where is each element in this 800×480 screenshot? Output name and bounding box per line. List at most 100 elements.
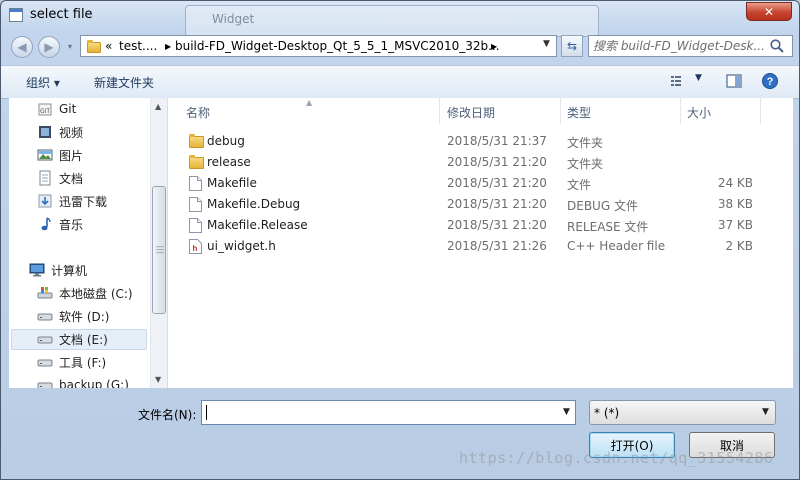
computer-icon <box>29 263 45 277</box>
filename-input[interactable] <box>206 404 551 421</box>
sidebar-item-videos[interactable]: 视频 <box>37 123 83 141</box>
drive-icon <box>37 313 53 321</box>
drive-icon <box>37 336 53 344</box>
new-folder-button[interactable]: 新建文件夹 <box>94 74 154 91</box>
back-arrow-icon: ◀ <box>17 40 27 54</box>
navigation-pane[interactable]: GIT Git 视频 图片 文档 迅雷下载 音乐 计算机 本地磁盘 (C:) 软… <box>9 98 168 388</box>
navigation-scrollbar[interactable]: ▲ — — — ▼ <box>150 98 167 388</box>
sidebar-item-thunder-downloads[interactable]: 迅雷下载 <box>37 192 107 210</box>
address-dropdown-icon[interactable]: ▼ <box>543 39 550 49</box>
file-icon <box>189 218 202 233</box>
command-bar: 组织 ▾ 新建文件夹 ▼ ? <box>1 65 799 99</box>
file-name: ui_widget.h <box>207 239 276 253</box>
svg-text:GIT: GIT <box>40 108 50 115</box>
preview-pane-icon[interactable] <box>725 72 743 90</box>
grip-icon: — — — <box>156 242 164 257</box>
view-list-icon[interactable] <box>669 72 687 90</box>
background-window-title: Widget <box>212 12 255 26</box>
sidebar-item-drive-c[interactable]: 本地磁盘 (C:) <box>37 284 133 302</box>
file-row-ui-widget-h[interactable]: h ui_widget.h 2018/5/31 21:26 C++ Header… <box>168 236 793 257</box>
close-button[interactable]: ✕ <box>746 2 792 21</box>
column-header-name[interactable]: 名称 <box>186 104 210 121</box>
drive-icon <box>37 382 53 388</box>
file-type: DEBUG 文件 <box>567 199 638 213</box>
refresh-button[interactable]: ⇆ <box>561 35 583 57</box>
breadcrumb-separator-icon[interactable]: ▶ <box>165 42 171 51</box>
column-header-type[interactable]: 类型 <box>567 104 591 121</box>
organize-menu[interactable]: 组织 ▾ <box>26 74 60 91</box>
breadcrumb-separator-icon[interactable]: ▶ <box>491 42 497 51</box>
file-date: 2018/5/31 21:20 <box>447 176 547 190</box>
file-name: Makefile <box>207 176 257 190</box>
file-date: 2018/5/31 21:37 <box>447 134 547 148</box>
sidebar-item-label: 迅雷下载 <box>59 194 108 209</box>
search-box[interactable] <box>588 35 793 57</box>
view-options-dropdown-icon[interactable]: ▼ <box>695 73 702 83</box>
folder-icon <box>189 155 204 169</box>
column-divider[interactable] <box>439 98 440 124</box>
file-size: 24 KB <box>717 176 753 190</box>
back-button[interactable]: ◀ <box>11 36 33 58</box>
file-list[interactable]: ▲ 名称 修改日期 类型 大小 debug 2018/5/31 21:37 文件… <box>168 98 793 388</box>
search-icon[interactable] <box>769 38 785 54</box>
sidebar-item-label: backup (G:) <box>59 378 129 388</box>
file-type-filter[interactable]: * (*) ▼ <box>589 400 776 425</box>
folder-icon <box>87 40 101 53</box>
column-divider[interactable] <box>680 98 681 124</box>
file-type: C++ Header file <box>567 239 666 253</box>
scroll-up-icon[interactable]: ▲ <box>155 102 161 111</box>
column-divider[interactable] <box>560 98 561 124</box>
file-name: Makefile.Debug <box>207 197 301 211</box>
file-icon <box>189 176 202 191</box>
breadcrumb-item[interactable]: test.... <box>119 39 157 53</box>
scrollbar-thumb[interactable]: — — — <box>152 186 166 314</box>
sidebar-item-label: 本地磁盘 (C:) <box>59 286 133 301</box>
sidebar-item-drive-g[interactable]: backup (G:) <box>37 376 129 388</box>
file-date: 2018/5/31 21:20 <box>447 155 547 169</box>
sidebar-item-label: 文档 <box>59 171 84 186</box>
file-row-release[interactable]: release 2018/5/31 21:20 文件夹 <box>168 152 793 173</box>
sidebar-item-music[interactable]: 音乐 <box>37 215 83 233</box>
sidebar-item-label: 计算机 <box>51 263 88 278</box>
file-name: release <box>207 155 251 169</box>
close-icon: ✕ <box>763 4 775 19</box>
sidebar-item-drive-d[interactable]: 软件 (D:) <box>37 307 109 325</box>
breadcrumb-item[interactable]: build-FD_Widget-Desktop_Qt_5_5_1_MSVC201… <box>175 39 500 53</box>
title-bar[interactable]: Widget select file ✕ <box>1 1 799 37</box>
column-divider[interactable] <box>760 98 761 124</box>
help-icon[interactable]: ? <box>761 72 779 90</box>
sidebar-item-label: 图片 <box>59 148 84 163</box>
search-input[interactable] <box>593 38 765 54</box>
background-window: Widget <box>185 5 599 37</box>
sidebar-item-drive-e[interactable]: 文档 (E:) <box>37 330 108 348</box>
sidebar-item-documents[interactable]: 文档 <box>37 169 83 187</box>
file-row-makefile[interactable]: Makefile 2018/5/31 21:20 文件 24 KB <box>168 173 793 194</box>
filter-dropdown-icon[interactable]: ▼ <box>762 407 769 417</box>
column-header-size[interactable]: 大小 <box>687 104 711 121</box>
sidebar-item-git[interactable]: GIT Git <box>37 100 76 118</box>
filename-label: 文件名(N): <box>138 408 197 422</box>
file-dialog: Widget select file ✕ ◀ ▶ ▾ « test.... ▶ … <box>0 0 800 480</box>
file-row-makefile-release[interactable]: Makefile.Release 2018/5/31 21:20 RELEASE… <box>168 215 793 236</box>
breadcrumb-overflow[interactable]: « <box>105 39 112 53</box>
filename-combobox[interactable]: ▼ <box>201 400 576 425</box>
sidebar-item-pictures[interactable]: 图片 <box>37 146 83 164</box>
forward-button[interactable]: ▶ <box>38 36 60 58</box>
file-type: RELEASE 文件 <box>567 220 649 234</box>
document-library-icon <box>39 170 51 186</box>
sidebar-item-computer[interactable]: 计算机 <box>29 261 87 279</box>
text-cursor <box>206 405 207 420</box>
scroll-down-icon[interactable]: ▼ <box>155 375 161 384</box>
file-type: 文件 <box>567 178 592 192</box>
filename-dropdown-icon[interactable]: ▼ <box>563 407 570 417</box>
file-icon <box>189 197 202 212</box>
file-date: 2018/5/31 21:26 <box>447 239 547 253</box>
file-row-makefile-debug[interactable]: Makefile.Debug 2018/5/31 21:20 DEBUG 文件 … <box>168 194 793 215</box>
address-bar[interactable]: « test.... ▶ build-FD_Widget-Desktop_Qt_… <box>80 35 557 57</box>
column-header-date[interactable]: 修改日期 <box>447 104 495 121</box>
sidebar-item-drive-f[interactable]: 工具 (F:) <box>37 353 106 371</box>
recent-locations-dropdown[interactable]: ▾ <box>68 42 77 52</box>
folder-icon <box>189 134 204 148</box>
music-library-icon <box>41 217 51 231</box>
file-row-debug[interactable]: debug 2018/5/31 21:37 文件夹 <box>168 131 793 152</box>
